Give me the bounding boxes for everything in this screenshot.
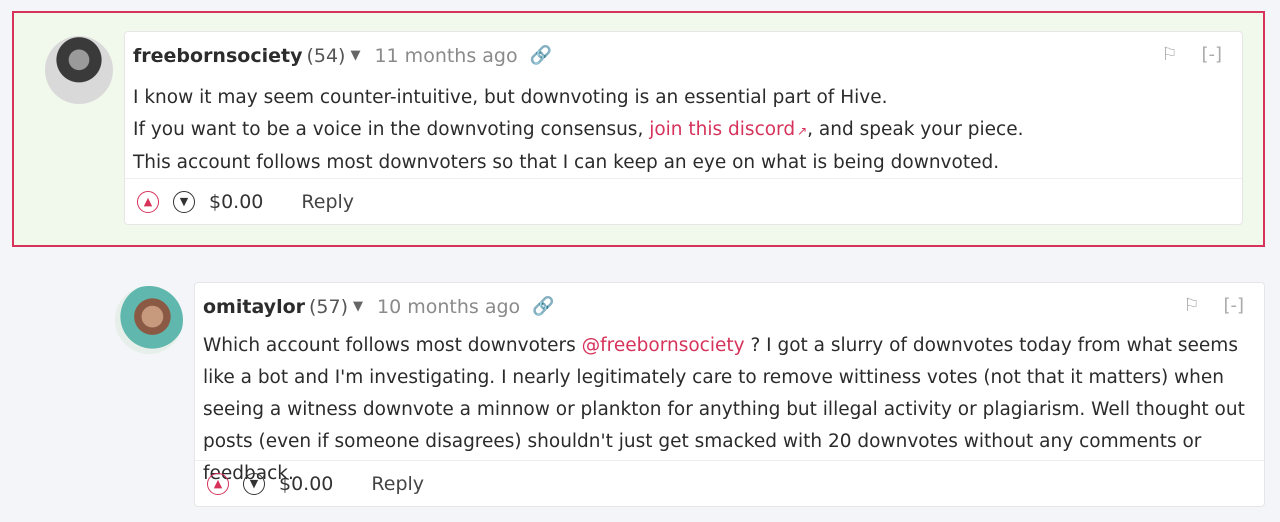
author-name[interactable]: omitaylor xyxy=(203,296,305,318)
upvote-icon[interactable]: ▲ xyxy=(137,190,159,213)
text-segment: If you want to be a voice in the downvot… xyxy=(133,118,650,140)
discord-link[interactable]: join this discord xyxy=(649,119,795,140)
reply-button[interactable]: Reply xyxy=(301,191,354,213)
text-segment: Which account follows most downvoters xyxy=(203,335,582,356)
text-segment: , and speak your piece. xyxy=(807,118,1024,140)
comment-body: I know it may seem counter-intuitive, bu… xyxy=(133,82,1230,179)
comment-line: If you want to be a voice in the downvot… xyxy=(133,114,1230,148)
flag-icon[interactable]: ⚐ xyxy=(1161,44,1177,65)
mention-link[interactable]: @freebornsociety xyxy=(582,335,745,356)
reply-button[interactable]: Reply xyxy=(371,473,424,495)
avatar-freebornsociety[interactable] xyxy=(45,36,113,104)
author-name[interactable]: freebornsociety xyxy=(133,45,302,67)
flag-icon[interactable]: ⚐ xyxy=(1183,295,1199,316)
comment-actions-right: ⚐ [-] xyxy=(1183,295,1244,316)
comment-header: omitaylor (57) ▼ 10 months ago 🔗 xyxy=(195,283,1264,330)
timestamp[interactable]: 11 months ago xyxy=(374,45,517,67)
comment-card-omitaylor: omitaylor (57) ▼ 10 months ago 🔗 ⚐ [-] W… xyxy=(194,282,1265,507)
reputation-score: (57) xyxy=(309,295,349,318)
comment-line: This account follows most downvoters so … xyxy=(133,152,1000,173)
payout-value[interactable]: $0.00 xyxy=(279,473,333,495)
link-icon[interactable]: 🔗 xyxy=(532,296,554,317)
avatar-omitaylor[interactable] xyxy=(115,286,183,354)
reputation-score: (54) xyxy=(306,44,346,67)
collapse-button[interactable]: [-] xyxy=(1201,44,1222,65)
comment-footer: ▲ ▼ $0.00 Reply xyxy=(125,178,1242,224)
payout-value[interactable]: $0.00 xyxy=(209,191,263,213)
collapse-button[interactable]: [-] xyxy=(1223,295,1244,316)
comment-header: freebornsociety (54) ▼ 11 months ago 🔗 xyxy=(125,32,1242,79)
timestamp[interactable]: 10 months ago xyxy=(377,296,520,318)
link-icon[interactable]: 🔗 xyxy=(530,45,552,66)
external-link-icon: ↗ xyxy=(797,123,808,138)
downvote-icon[interactable]: ▼ xyxy=(243,472,265,495)
comment-actions-right: ⚐ [-] xyxy=(1161,44,1222,65)
comment-card-freebornsociety: freebornsociety (54) ▼ 11 months ago 🔗 ⚐… xyxy=(124,31,1243,225)
comment-footer: ▲ ▼ $0.00 Reply xyxy=(195,460,1264,506)
downvote-icon[interactable]: ▼ xyxy=(173,190,195,213)
caret-down-icon[interactable]: ▼ xyxy=(353,299,363,314)
upvote-icon[interactable]: ▲ xyxy=(207,472,229,495)
caret-down-icon[interactable]: ▼ xyxy=(350,48,360,63)
comment-line: I know it may seem counter-intuitive, bu… xyxy=(133,87,888,108)
